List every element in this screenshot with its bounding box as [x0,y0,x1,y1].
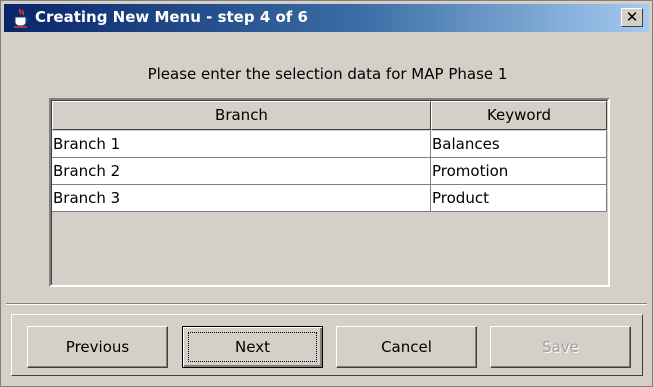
divider [6,303,647,305]
branch-cell[interactable]: Branch 2 [52,158,431,185]
window-title: Creating New Menu - step 4 of 6 [35,8,308,26]
cancel-button[interactable]: Cancel [336,326,477,368]
selection-table: Branch Keyword Branch 1 Balances Branch … [49,98,610,287]
branch-cell[interactable]: Branch 3 [52,185,431,212]
close-button[interactable]: ✕ [621,8,643,27]
keyword-cell[interactable]: Promotion [431,158,607,185]
dialog-window: Creating New Menu - step 4 of 6 ✕ Please… [0,0,653,387]
button-bar: Previous Next Cancel Save [11,314,643,376]
column-header-keyword[interactable]: Keyword [431,101,607,130]
save-button: Save [490,326,631,368]
table-row[interactable]: Branch 3 Product [52,185,607,212]
table-row[interactable]: Branch 1 Balances [52,131,607,158]
instruction-text: Please enter the selection data for MAP … [147,65,508,83]
keyword-cell[interactable]: Balances [431,131,607,158]
previous-button[interactable]: Previous [27,326,168,368]
column-header-branch[interactable]: Branch [52,101,431,130]
title-bar[interactable]: Creating New Menu - step 4 of 6 ✕ [4,4,649,32]
table-row[interactable]: Branch 2 Promotion [52,158,607,185]
branch-cell[interactable]: Branch 1 [52,131,431,158]
table-body: Branch 1 Balances Branch 2 Promotion Bra… [52,131,607,212]
next-button[interactable]: Next [182,326,323,368]
focus-rect [188,332,317,362]
keyword-cell[interactable]: Product [431,185,607,212]
table-header: Branch Keyword [52,101,607,130]
close-icon: ✕ [625,8,639,26]
java-coffee-cup-icon [11,8,31,28]
